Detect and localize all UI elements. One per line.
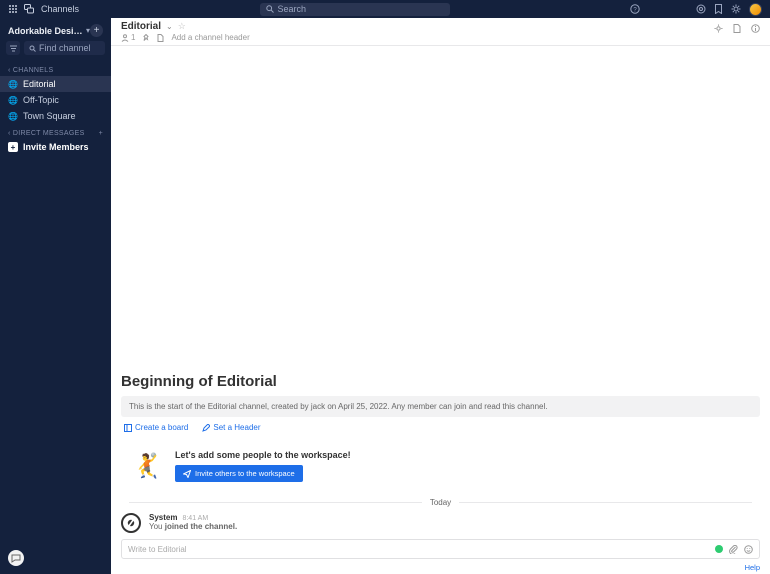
intro-description: This is the start of the Editorial chann… xyxy=(121,396,760,417)
sidebar-item-townsquare[interactable]: 🌐 Town Square xyxy=(0,108,111,124)
message-text: You joined the channel. xyxy=(149,522,237,531)
attachment-icon[interactable] xyxy=(729,545,738,554)
channel-filter-button[interactable] xyxy=(6,41,20,55)
invite-members-item[interactable]: + Invite Members xyxy=(0,139,111,155)
create-board-link[interactable]: Create a board xyxy=(124,423,188,432)
find-channel-input[interactable]: Find channel xyxy=(24,41,105,55)
date-separator: Today xyxy=(121,498,760,507)
sidebar: Adorkable Desig... ▾ + Find channel ‹ CH… xyxy=(0,18,111,574)
floating-action-button[interactable] xyxy=(8,550,24,566)
pinned-icon[interactable] xyxy=(142,34,150,42)
dm-section-header[interactable]: ‹ DIRECT MESSAGES + xyxy=(0,124,111,139)
send-icon xyxy=(183,470,191,478)
channels-section-header[interactable]: ‹ CHANNELS xyxy=(0,61,111,76)
add-channel-button[interactable]: + xyxy=(90,24,103,37)
channel-title[interactable]: Editorial xyxy=(121,21,161,32)
workspace-switcher[interactable]: Adorkable Desig... xyxy=(8,26,86,36)
user-avatar[interactable] xyxy=(749,3,762,16)
add-dm-button[interactable]: + xyxy=(99,130,103,137)
beginning-title: Beginning of Editorial xyxy=(121,373,760,390)
system-avatar xyxy=(121,513,141,533)
global-search[interactable]: Search xyxy=(260,3,450,16)
channel-info-icon[interactable] xyxy=(751,24,760,33)
find-channel-placeholder: Find channel xyxy=(39,43,91,53)
emoji-icon[interactable] xyxy=(744,545,753,554)
invite-prompt: Let's add some people to the workspace! xyxy=(175,450,351,460)
message-composer[interactable]: Write to Editorial xyxy=(121,539,760,559)
invite-members-label: Invite Members xyxy=(23,142,89,152)
app-label: Channels xyxy=(41,4,79,14)
mentions-icon[interactable] xyxy=(696,4,706,14)
sidebar-item-label: Editorial xyxy=(23,79,56,89)
settings-icon[interactable] xyxy=(731,4,741,14)
sidebar-item-offtopic[interactable]: 🌐 Off-Topic xyxy=(0,92,111,108)
set-header-link[interactable]: Set a Header xyxy=(202,423,260,432)
channel-files-icon[interactable] xyxy=(733,24,741,33)
invite-card: 🤾 Let's add some people to the workspace… xyxy=(121,444,760,488)
search-icon xyxy=(266,5,274,13)
board-icon xyxy=(124,424,132,432)
saved-icon[interactable] xyxy=(714,4,723,14)
channel-body: Beginning of Editorial This is the start… xyxy=(111,46,770,539)
members-count[interactable]: 1 xyxy=(121,33,135,42)
files-icon[interactable] xyxy=(157,34,164,42)
favorite-icon[interactable]: ☆ xyxy=(178,21,186,32)
search-placeholder: Search xyxy=(278,4,307,14)
topbar: Channels Search ? xyxy=(0,0,770,18)
app-menu-icon[interactable] xyxy=(8,4,18,14)
pencil-icon xyxy=(202,424,210,432)
message-time: 8:41 AM xyxy=(182,515,208,522)
globe-icon: 🌐 xyxy=(8,112,18,121)
channel-header: Editorial ⌄ ☆ 1 Add a channel header xyxy=(111,18,770,46)
sidebar-item-label: Off-Topic xyxy=(23,95,59,105)
globe-icon: 🌐 xyxy=(8,96,18,105)
help-link[interactable]: Help xyxy=(111,563,770,574)
chevron-down-icon[interactable]: ⌄ xyxy=(166,22,173,31)
system-message: System 8:41 AM You joined the channel. xyxy=(121,511,760,539)
search-icon xyxy=(29,45,36,52)
sidebar-item-editorial[interactable]: 🌐 Editorial xyxy=(0,76,111,92)
channel-settings-icon[interactable] xyxy=(714,24,723,33)
sidebar-item-label: Town Square xyxy=(23,111,76,121)
composer-placeholder: Write to Editorial xyxy=(128,545,187,554)
wave-illustration: 🤾 xyxy=(131,450,163,482)
invite-others-button[interactable]: Invite others to the workspace xyxy=(175,465,303,482)
message-user: System xyxy=(149,513,177,522)
channels-product-icon[interactable] xyxy=(24,4,35,15)
add-header-link[interactable]: Add a channel header xyxy=(171,33,249,42)
status-indicator xyxy=(715,545,723,553)
plus-icon: + xyxy=(8,142,18,152)
help-icon[interactable]: ? xyxy=(630,4,640,14)
globe-icon: 🌐 xyxy=(8,80,18,89)
